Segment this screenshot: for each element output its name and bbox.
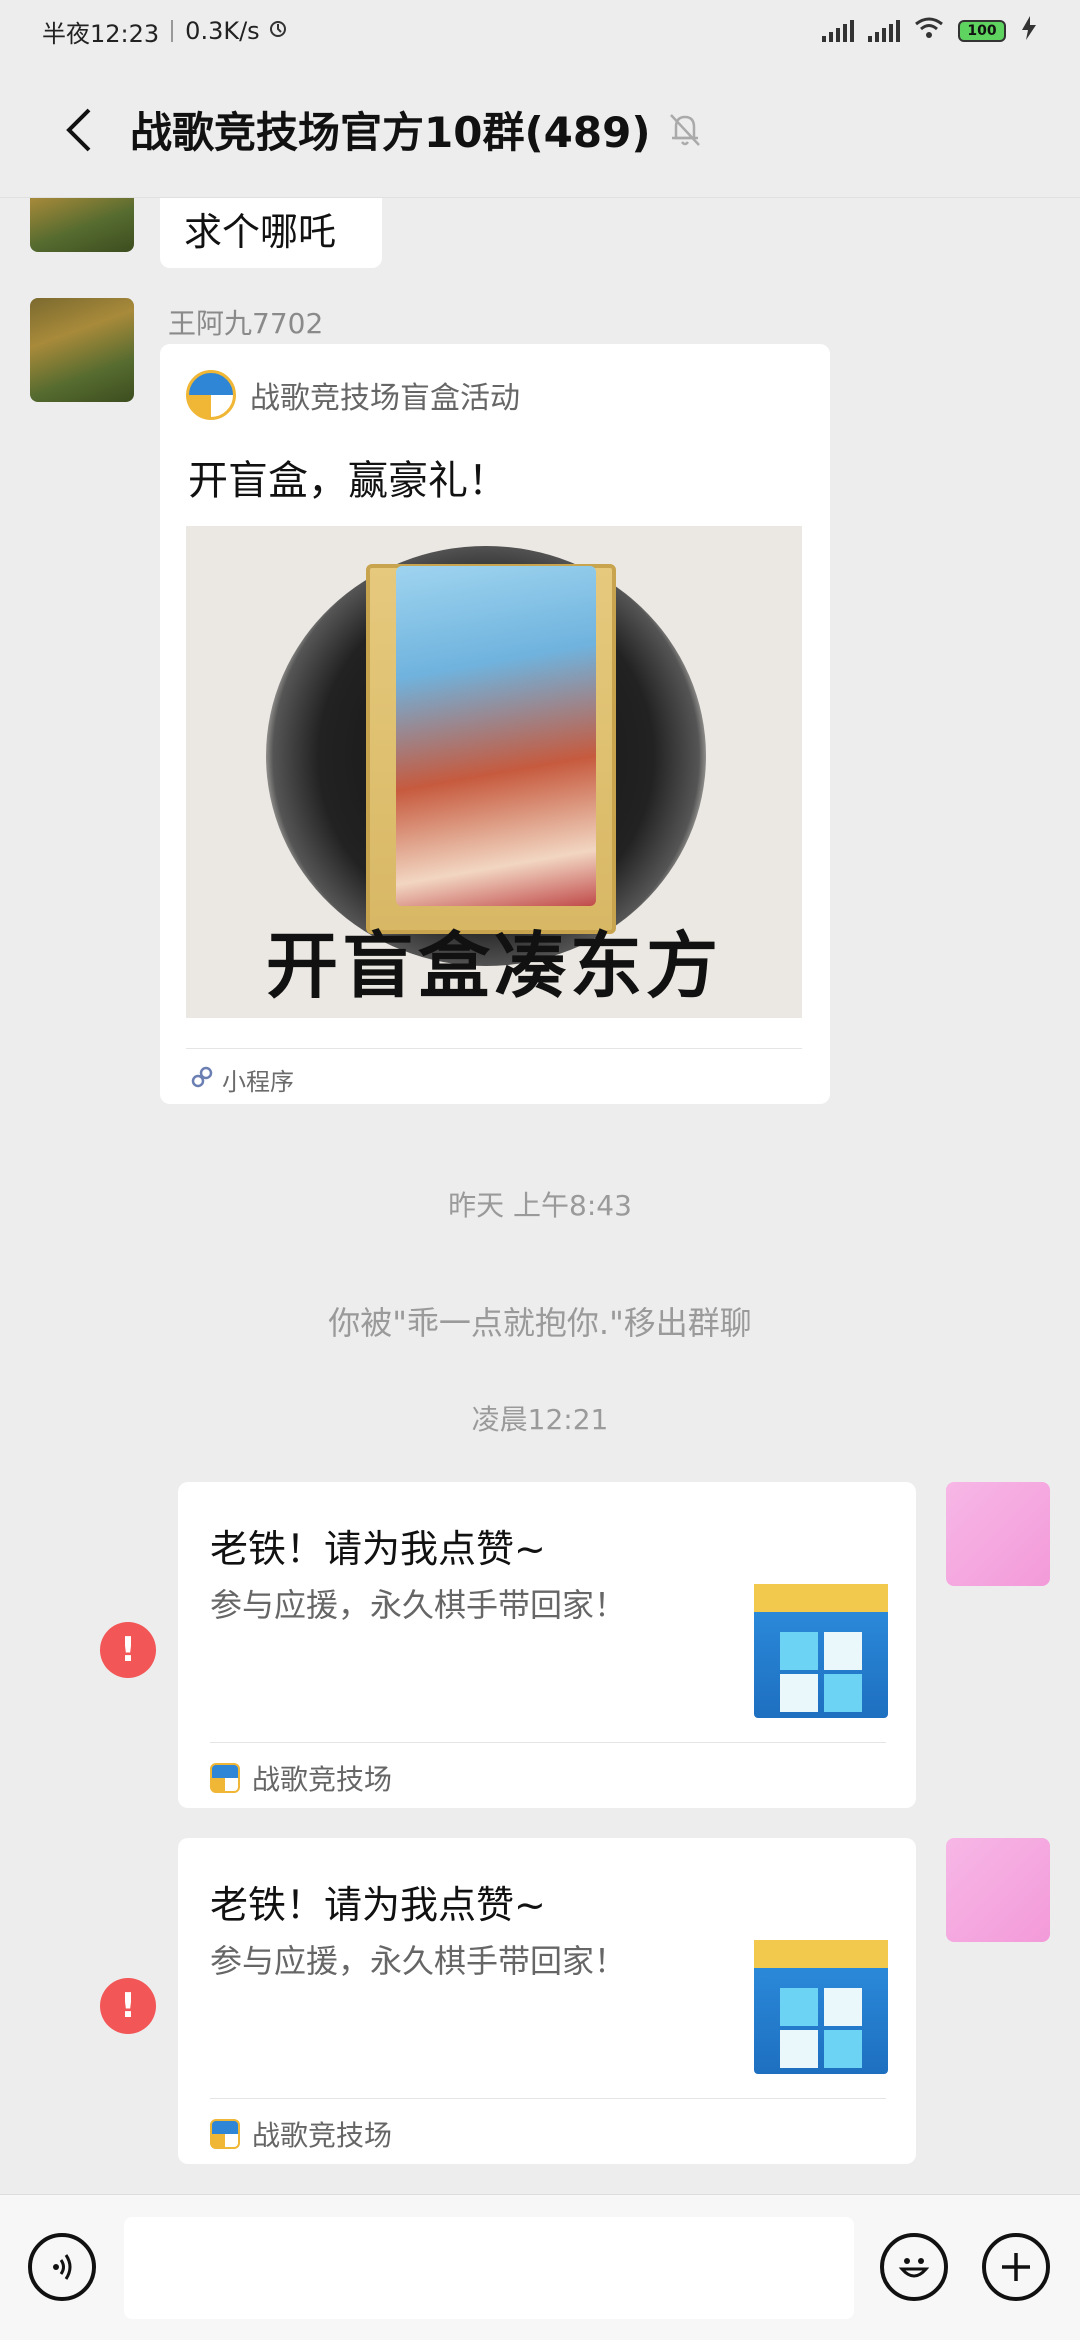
error-icon[interactable]: !: [100, 1622, 156, 1678]
mute-bell-icon: [665, 110, 705, 150]
error-icon[interactable]: !: [100, 1978, 156, 2034]
share-source-name: 战歌竞技场: [252, 1763, 393, 1796]
share-description: 参与应援，永久棋手带回家！: [210, 1586, 627, 1624]
my-avatar[interactable]: [946, 1482, 1050, 1586]
avatar[interactable]: [30, 298, 134, 402]
mini-program-card[interactable]: 战歌竞技场盲盒活动 开盲盒，赢豪礼！ 开盲盒凑东方 小程序: [160, 344, 830, 1104]
back-icon[interactable]: [48, 100, 108, 160]
share-source-name: 战歌竞技场: [252, 2119, 393, 2152]
status-time: 半夜12:23: [42, 19, 160, 48]
share-description: 参与应援，永久棋手带回家！: [210, 1942, 627, 1980]
my-avatar[interactable]: [946, 1838, 1050, 1942]
status-speed: 0.3K/s: [185, 17, 260, 45]
timestamp: 昨天 上午8:43: [448, 1189, 632, 1222]
avatar[interactable]: [30, 198, 134, 252]
card-divider: [186, 1048, 802, 1049]
cover-caption: 开盲盒凑东方: [265, 923, 722, 1008]
voice-icon[interactable]: [28, 2233, 96, 2301]
card-source-name: 战歌竞技场盲盒活动: [250, 381, 520, 416]
emoji-icon[interactable]: [880, 2233, 948, 2301]
status-separator: [171, 20, 174, 42]
share-divider: [210, 1742, 886, 1743]
hero-artwork: [396, 566, 596, 906]
wifi-icon: [914, 16, 944, 46]
status-bar: 半夜12:23 0.3K/s 100: [0, 0, 1080, 62]
sender-name: 王阿九7702: [168, 307, 324, 340]
share-card[interactable]: 老铁！请为我点赞~ 参与应援，永久棋手带回家！ 战歌竞技场: [178, 1838, 916, 2164]
chat-message-list[interactable]: 求个哪吒 王阿九7702 战歌竞技场盲盒活动 开盲盒，赢豪礼！ 开盲盒凑东方 小…: [0, 198, 1080, 2194]
sync-icon: [268, 17, 288, 45]
share-source: 战歌竞技场: [210, 1758, 392, 1798]
system-notice: 你被"乖一点就抱你."移出群聊: [328, 1304, 752, 1342]
message-text: 求个哪吒: [184, 209, 337, 254]
signal-icon-2: [868, 20, 900, 42]
charging-icon: [1020, 16, 1038, 46]
share-thumbnail: [754, 1940, 888, 2074]
chat-title[interactable]: 战歌竞技场官方10群(489): [130, 99, 651, 160]
card-source: 战歌竞技场盲盒活动: [186, 370, 520, 420]
share-title: 老铁！请为我点赞~: [210, 1527, 546, 1571]
app-logo-icon: [210, 2119, 240, 2149]
app-logo-icon: [210, 1763, 240, 1793]
battery-icon: 100: [958, 20, 1006, 42]
mini-program-label: 小程序: [222, 1068, 294, 1096]
plus-icon[interactable]: [982, 2233, 1050, 2301]
timestamp: 凌晨12:21: [471, 1403, 609, 1436]
share-source: 战歌竞技场: [210, 2114, 392, 2154]
signal-icon-1: [822, 20, 854, 42]
card-footer: 小程序: [190, 1062, 294, 1097]
share-title: 老铁！请为我点赞~: [210, 1883, 546, 1927]
input-bar: [0, 2194, 1080, 2340]
share-card[interactable]: 老铁！请为我点赞~ 参与应援，永久棋手带回家！ 战歌竞技场: [178, 1482, 916, 1808]
share-thumbnail: [754, 1584, 888, 1718]
message-input[interactable]: [124, 2217, 854, 2319]
message-bubble[interactable]: 求个哪吒: [160, 198, 382, 268]
chat-header: 战歌竞技场官方10群(489): [0, 62, 1080, 198]
mini-program-icon: [190, 1065, 214, 1095]
mini-program-logo-icon: [186, 370, 236, 420]
card-title: 开盲盒，赢豪礼！: [188, 458, 508, 504]
card-cover-image: 开盲盒凑东方: [186, 526, 802, 1018]
share-divider: [210, 2098, 886, 2099]
